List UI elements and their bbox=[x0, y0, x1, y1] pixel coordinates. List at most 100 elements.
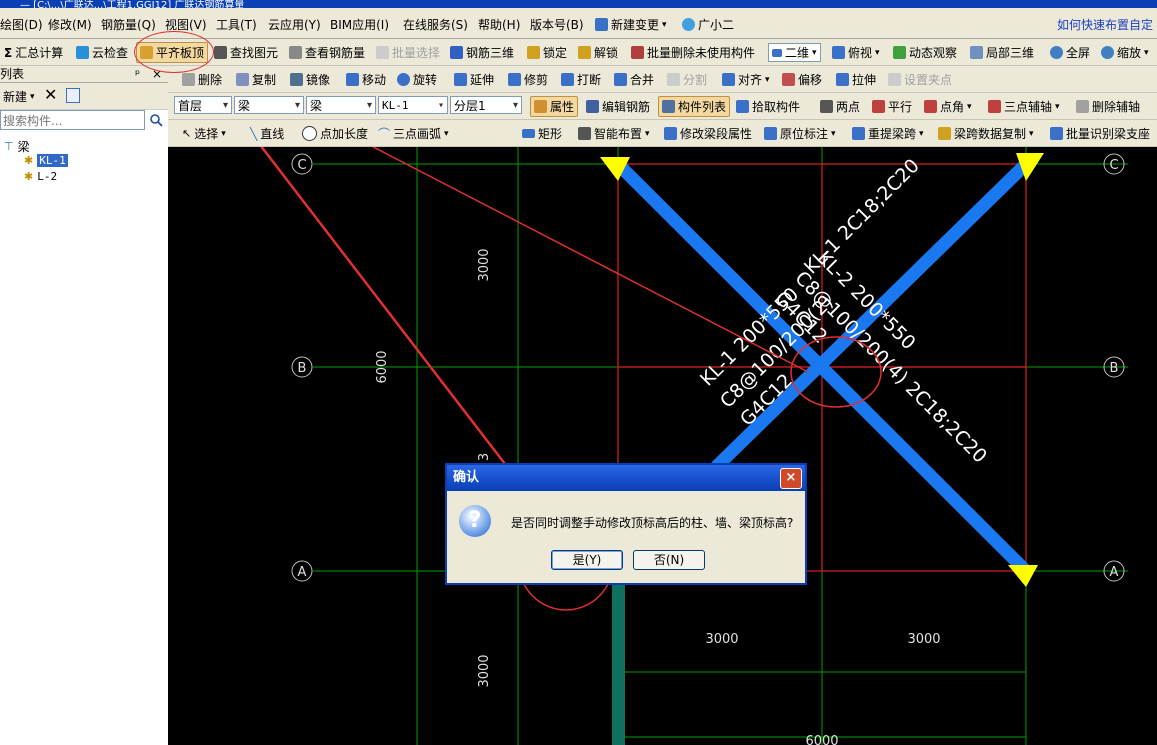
menu-view[interactable]: 视图(V) bbox=[165, 16, 207, 33]
stretch-icon bbox=[836, 73, 849, 86]
menu-version[interactable]: 版本号(B) bbox=[530, 16, 584, 33]
subcategory-select[interactable]: 梁 bbox=[306, 96, 376, 115]
copy-button[interactable]: 复制 bbox=[236, 71, 276, 88]
binoculars-icon bbox=[214, 46, 227, 59]
break-button[interactable]: 打断 bbox=[561, 71, 601, 88]
fullscreen-button[interactable]: 全屏 bbox=[1050, 44, 1090, 61]
menu-tools[interactable]: 工具(T) bbox=[216, 16, 257, 33]
batch-delete-unused-button[interactable]: 批量删除未使用构件 bbox=[631, 44, 755, 61]
floor-select[interactable]: 首层 bbox=[174, 96, 232, 115]
smart-layout-button[interactable]: 智能布置 ▾ bbox=[578, 125, 650, 142]
menu-modify[interactable]: 修改(M) bbox=[48, 16, 92, 33]
dialog-close-button[interactable]: × bbox=[780, 468, 802, 489]
in-situ-mark-button[interactable]: 原位标注 ▾ bbox=[764, 125, 836, 142]
menu-assistant[interactable]: 广小二 bbox=[682, 16, 734, 33]
tree-root-beam[interactable]: ⊤ 梁 bbox=[4, 138, 30, 155]
set-grip-button[interactable]: 设置夹点 bbox=[888, 71, 952, 88]
point-angle-button[interactable]: 点角 ▾ bbox=[924, 98, 972, 115]
search-icon[interactable] bbox=[146, 110, 166, 130]
span-data-copy-button[interactable]: 梁跨数据复制 ▾ bbox=[938, 125, 1034, 142]
align-slab-icon bbox=[140, 46, 153, 59]
pin-icon[interactable]: ᵖ bbox=[135, 66, 140, 82]
rebar-3d-button[interactable]: 钢筋三维 bbox=[450, 44, 514, 61]
merge-button[interactable]: 合并 bbox=[614, 71, 654, 88]
zoom-button[interactable]: 缩放 ▾ bbox=[1101, 44, 1149, 61]
dynamic-observe-button[interactable]: 动态观察 bbox=[893, 44, 957, 61]
member-select[interactable]: KL-1 bbox=[378, 96, 448, 115]
list-icon bbox=[662, 100, 675, 113]
member-gear-icon: ✱ bbox=[24, 154, 34, 167]
menu-bim[interactable]: BIM应用(I) bbox=[330, 16, 389, 33]
align-slab-top-button[interactable]: 平齐板顶 bbox=[136, 42, 209, 63]
fullscreen-icon bbox=[1050, 46, 1063, 59]
rebar-view-icon bbox=[289, 46, 302, 59]
extend-button[interactable]: 延伸 bbox=[454, 71, 494, 88]
dropdown-arrow-icon: ▾ bbox=[662, 19, 667, 30]
split-button[interactable]: 分割 bbox=[667, 71, 707, 88]
layer-select[interactable]: 分层1 bbox=[450, 96, 522, 115]
confirm-dialog: 确认 × ? 是否同时调整手动修改顶标高后的柱、墙、梁顶标高? 是(Y) 否(N… bbox=[445, 463, 807, 585]
grid-lines bbox=[313, 147, 1128, 745]
top-view-icon bbox=[832, 46, 845, 59]
top-view-button[interactable]: 俯视 ▾ bbox=[832, 44, 880, 61]
menu-draw[interactable]: 绘图(D) bbox=[0, 16, 43, 33]
help-link[interactable]: 如何快速布置自定 bbox=[1057, 16, 1153, 33]
column-stub[interactable] bbox=[612, 577, 625, 745]
new-member-button[interactable]: 新建 ▾ bbox=[3, 88, 35, 105]
delete-x-icon[interactable]: ✕ bbox=[44, 85, 57, 104]
copy-icon[interactable] bbox=[66, 88, 80, 103]
delete-axis-button[interactable]: 删除辅轴 bbox=[1076, 98, 1140, 115]
menu-online[interactable]: 在线服务(S) bbox=[403, 16, 468, 33]
pick-member-button[interactable]: 拾取构件 bbox=[736, 98, 800, 115]
trim-button[interactable]: 修剪 bbox=[508, 71, 548, 88]
menu-help[interactable]: 帮助(H) bbox=[478, 16, 520, 33]
view-rebar-qty-button[interactable]: 查看钢筋量 bbox=[289, 44, 365, 61]
tree-item-kl1[interactable]: ✱ KL-1 bbox=[24, 154, 68, 167]
rotate-button[interactable]: 旋转 bbox=[397, 71, 437, 88]
member-list-button[interactable]: 构件列表 bbox=[658, 96, 731, 117]
re-extract-span-button[interactable]: 重提梁跨 ▾ bbox=[852, 125, 924, 142]
endpoint-marker bbox=[1008, 565, 1038, 587]
select-button[interactable]: ↖ 选择 ▾ bbox=[182, 125, 226, 142]
rectangle-button[interactable]: 矩形 bbox=[522, 125, 562, 142]
menu-cloud[interactable]: 云应用(Y) bbox=[268, 16, 321, 33]
menu-new-change[interactable]: 新建变更 ▾ bbox=[595, 16, 667, 33]
no-button[interactable]: 否(N) bbox=[633, 550, 705, 570]
dropdown-arrow-icon: ▾ bbox=[221, 128, 226, 139]
extend-icon bbox=[454, 73, 467, 86]
line-button[interactable]: ╲ 直线 bbox=[250, 125, 284, 142]
edit-rebar-button[interactable]: 编辑钢筋 bbox=[586, 98, 650, 115]
three-point-arc-button[interactable]: ⌒ 三点画弧 ▾ bbox=[378, 125, 449, 142]
mirror-button[interactable]: 镜像 bbox=[290, 71, 330, 88]
find-element-button[interactable]: 查找图元 bbox=[214, 44, 278, 61]
offset-button[interactable]: 偏移 bbox=[782, 71, 822, 88]
two-point-icon bbox=[820, 100, 833, 113]
parallel-button[interactable]: 平行 bbox=[872, 98, 912, 115]
drawing-canvas[interactable]: C B A C B A 3000 6000 3 3000 3000 3000 6… bbox=[168, 147, 1157, 745]
sum-calc-button[interactable]: Σ 汇总计算 bbox=[4, 44, 63, 61]
tree-item-l2[interactable]: ✱ L-2 bbox=[24, 170, 57, 183]
member-search-input[interactable]: 搜索构件... bbox=[0, 110, 145, 130]
category-select[interactable]: 梁 bbox=[234, 96, 304, 115]
dim-mid-vertical: 6000 bbox=[375, 350, 390, 383]
move-button[interactable]: 移动 bbox=[346, 71, 386, 88]
modify-span-prop-button[interactable]: 修改梁段属性 bbox=[664, 125, 752, 142]
menu-rebar-qty[interactable]: 钢筋量(Q) bbox=[101, 16, 156, 33]
yes-button[interactable]: 是(Y) bbox=[551, 550, 623, 570]
batch-select-button[interactable]: 批量选择 bbox=[376, 44, 440, 61]
title-text: — [C:\...\广联达...\工程1.GGJ12] 广联达钢筋算量 bbox=[20, 0, 245, 8]
local-3d-button[interactable]: 局部三维 bbox=[970, 44, 1034, 61]
delete-button[interactable]: 删除 bbox=[182, 71, 222, 88]
unlock-button[interactable]: 解锁 bbox=[578, 44, 618, 61]
batch-recognize-support-button[interactable]: 批量识别梁支座 bbox=[1050, 125, 1150, 142]
point-length-button[interactable]: 点加长度 bbox=[302, 125, 368, 142]
properties-button[interactable]: 属性 bbox=[530, 96, 579, 117]
close-icon[interactable]: × bbox=[152, 66, 162, 82]
align-button[interactable]: 对齐 ▾ bbox=[722, 71, 770, 88]
three-point-axis-button[interactable]: 三点辅轴 ▾ bbox=[988, 98, 1060, 115]
two-point-button[interactable]: 两点 bbox=[820, 98, 860, 115]
stretch-button[interactable]: 拉伸 bbox=[836, 71, 876, 88]
view-2d-combo[interactable]: 二维 ▾ bbox=[768, 43, 821, 62]
cloud-check-button[interactable]: 云检查 bbox=[76, 44, 128, 61]
lock-button[interactable]: 锁定 bbox=[527, 44, 567, 61]
